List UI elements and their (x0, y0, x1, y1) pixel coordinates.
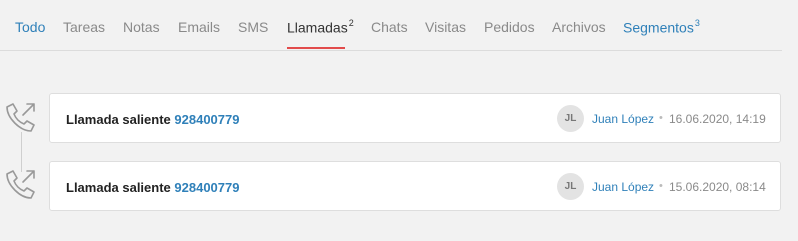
author-link[interactable]: Juan López (592, 112, 654, 126)
separator-dot: • (659, 180, 663, 192)
tab-visitas[interactable]: Visitas (425, 19, 466, 35)
tab-label: Emails (178, 19, 221, 35)
phone-number-link[interactable]: 928400779 (174, 112, 239, 127)
tab-label: SMS (238, 19, 269, 35)
tab-sms[interactable]: SMS (238, 19, 268, 35)
call-date: 15.06.2020, 08:14 (669, 180, 766, 194)
call-type: Llamada saliente (66, 112, 171, 127)
active-tab-underline (287, 47, 345, 49)
tab-segmentos[interactable]: Segmentos3 (623, 18, 700, 36)
tab-count: 2 (348, 18, 354, 28)
tab-chats[interactable]: Chats (371, 19, 408, 35)
tab-llamadas[interactable]: Llamadas2 (287, 18, 354, 36)
tab-label: Llamadas (287, 19, 348, 36)
tab-label: Visitas (425, 19, 466, 35)
call-date: 16.06.2020, 14:19 (669, 112, 766, 126)
avatar: JL (557, 105, 584, 132)
tab-label: Tareas (63, 19, 106, 35)
tab-label: Segmentos (623, 19, 694, 36)
tab-emails[interactable]: Emails (178, 19, 220, 35)
author-link[interactable]: Juan López (592, 180, 654, 194)
separator-dot: • (659, 112, 663, 124)
tab-label: Archivos (552, 19, 606, 35)
phone-number-link[interactable]: 928400779 (174, 180, 239, 195)
outgoing-call-icon (6, 170, 35, 199)
call-type: Llamada saliente (66, 180, 171, 195)
tab-todo[interactable]: Todo (15, 19, 45, 35)
call-title: Llamada saliente 928400779 (66, 112, 239, 127)
call-title: Llamada saliente 928400779 (66, 180, 239, 195)
tab-label: Chats (371, 19, 408, 35)
tab-notas[interactable]: Notas (123, 19, 160, 35)
tab-pedidos[interactable]: Pedidos (484, 19, 535, 35)
avatar: JL (557, 173, 584, 200)
activity-tabs: Todo Tareas Notas Emails SMS Llamadas2 C… (0, 0, 782, 51)
tab-label: Pedidos (484, 19, 535, 35)
call-entry[interactable]: Llamada saliente 928400779 JL Juan López… (49, 161, 781, 211)
tab-archivos[interactable]: Archivos (552, 19, 606, 35)
tab-label: Todo (15, 19, 46, 35)
timeline-connector (21, 132, 22, 172)
tab-tareas[interactable]: Tareas (63, 19, 105, 35)
call-entry[interactable]: Llamada saliente 928400779 JL Juan López… (49, 93, 781, 143)
outgoing-call-icon (6, 103, 35, 132)
tab-label: Notas (123, 19, 160, 35)
tab-count: 3 (694, 18, 700, 28)
